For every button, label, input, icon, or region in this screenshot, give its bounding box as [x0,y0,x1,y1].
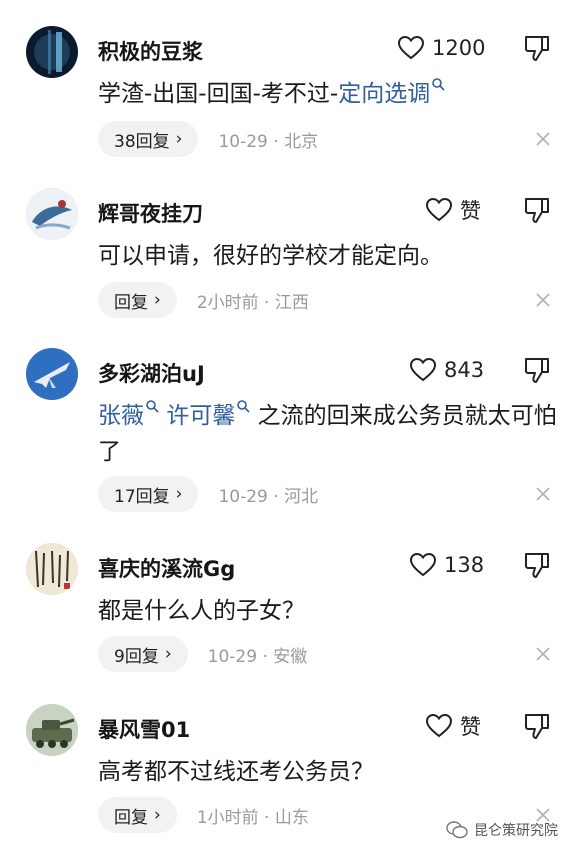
avatar-image-icon [26,26,78,78]
chevron-right-icon: › [154,290,161,310]
comment-meta: 10-29 · 河北 [218,482,318,507]
reply-button[interactable]: 9回复 › [98,636,188,672]
comment-text: 都是什么人的子女？ [98,598,305,624]
comment-date: 10-29 [218,486,268,507]
avatar[interactable] [26,348,78,400]
reply-button[interactable]: 38回复 › [98,121,199,157]
dislike-icon[interactable] [524,356,550,384]
dislike-icon[interactable] [524,712,550,740]
like-count: 138 [444,553,485,577]
comment-date: 10-29 [207,646,258,667]
like-button[interactable]: 1200 [398,30,485,66]
close-icon[interactable] [534,645,552,663]
comment-text: 学渣-出国-回国-考不过-定向选调 [98,76,558,112]
chevron-right-icon: › [175,129,183,149]
comment-date: 2小时前 [196,292,259,313]
avatar-image-icon [26,704,78,756]
reply-label: 17回复 [114,486,170,507]
search-link[interactable]: 许可馨 [166,403,235,429]
close-icon[interactable] [534,291,552,309]
like-button[interactable]: 843 [410,352,484,388]
comment-location: 山东 [274,807,309,828]
dislike-icon[interactable] [524,551,550,579]
heart-icon [410,358,436,382]
dislike-icon[interactable] [524,34,550,62]
comment-meta: 1小时前 · 山东 [197,803,309,828]
comment-meta: 2小时前 · 江西 [197,288,309,313]
reply-label: 回复 [114,292,148,313]
heart-icon [426,714,452,738]
avatar[interactable] [26,26,78,78]
close-icon[interactable] [534,485,552,503]
comment-location: 北京 [284,131,319,152]
search-icon [237,400,250,413]
meta-separator: · [262,646,268,667]
comment-text: 张薇 许可馨 之流的回来成公务员就太可怕了 [98,398,558,470]
meta-separator: · [264,807,270,828]
comment-date: 1小时前 [196,807,259,828]
comment-text: 高考都不过线还考公务员？ [98,759,374,785]
comment-text: 可以申请，很好的学校才能定向。 [98,243,443,269]
comment-location: 河北 [284,486,319,507]
meta-separator: · [264,292,270,313]
watermark-text: 昆仑策研究院 [474,823,558,839]
dislike-icon[interactable] [524,196,550,224]
comment-text-body: 学渣-出国-回国-考不过- [98,81,339,107]
watermark: 昆仑策研究院 [446,820,558,840]
username[interactable]: 积极的豆浆 [98,36,203,66]
like-count: 1200 [432,36,486,60]
username[interactable]: 暴风雪01 [98,714,190,744]
heart-icon [410,553,436,577]
like-button[interactable]: 赞 [426,708,481,744]
reply-button[interactable]: 17回复 › [98,476,199,512]
avatar-image-icon [26,348,78,400]
username[interactable]: 辉哥夜挂刀 [98,198,203,228]
reply-button[interactable]: 回复 › [98,797,177,833]
comment-date: 10-29 [218,131,268,152]
avatar[interactable] [26,188,78,240]
avatar-image-icon [26,188,78,240]
heart-icon [426,198,452,222]
meta-separator: · [273,486,279,507]
chevron-right-icon: › [175,484,183,504]
reply-label: 38回复 [114,131,170,152]
search-icon [432,78,445,91]
reply-label: 回复 [114,807,148,828]
heart-icon [398,36,424,60]
chevron-right-icon: › [164,644,172,664]
search-icon [146,400,159,413]
avatar[interactable] [26,704,78,756]
avatar-image-icon [26,543,78,595]
like-count: 赞 [460,715,481,739]
search-link[interactable]: 定向选调 [338,81,430,107]
close-icon[interactable] [534,130,552,148]
comment-meta: 10-29 · 安徽 [208,642,308,667]
comment-location: 安徽 [273,646,308,667]
chevron-right-icon: › [154,805,161,825]
username[interactable]: 多彩湖泊uJ [98,358,205,388]
comment-meta: 10-29 · 北京 [218,127,318,152]
meta-separator: · [273,131,279,152]
like-button[interactable]: 138 [410,547,484,583]
search-link[interactable]: 张薇 [98,403,144,429]
like-count: 843 [444,358,485,382]
like-button[interactable]: 赞 [426,192,481,228]
avatar[interactable] [26,543,78,595]
comment-location: 江西 [274,292,309,313]
username[interactable]: 喜庆的溪流Gg [98,553,235,583]
wechat-icon [446,821,468,839]
like-count: 赞 [460,199,481,223]
reply-button[interactable]: 回复 › [98,282,177,318]
reply-label: 9回复 [114,646,159,667]
